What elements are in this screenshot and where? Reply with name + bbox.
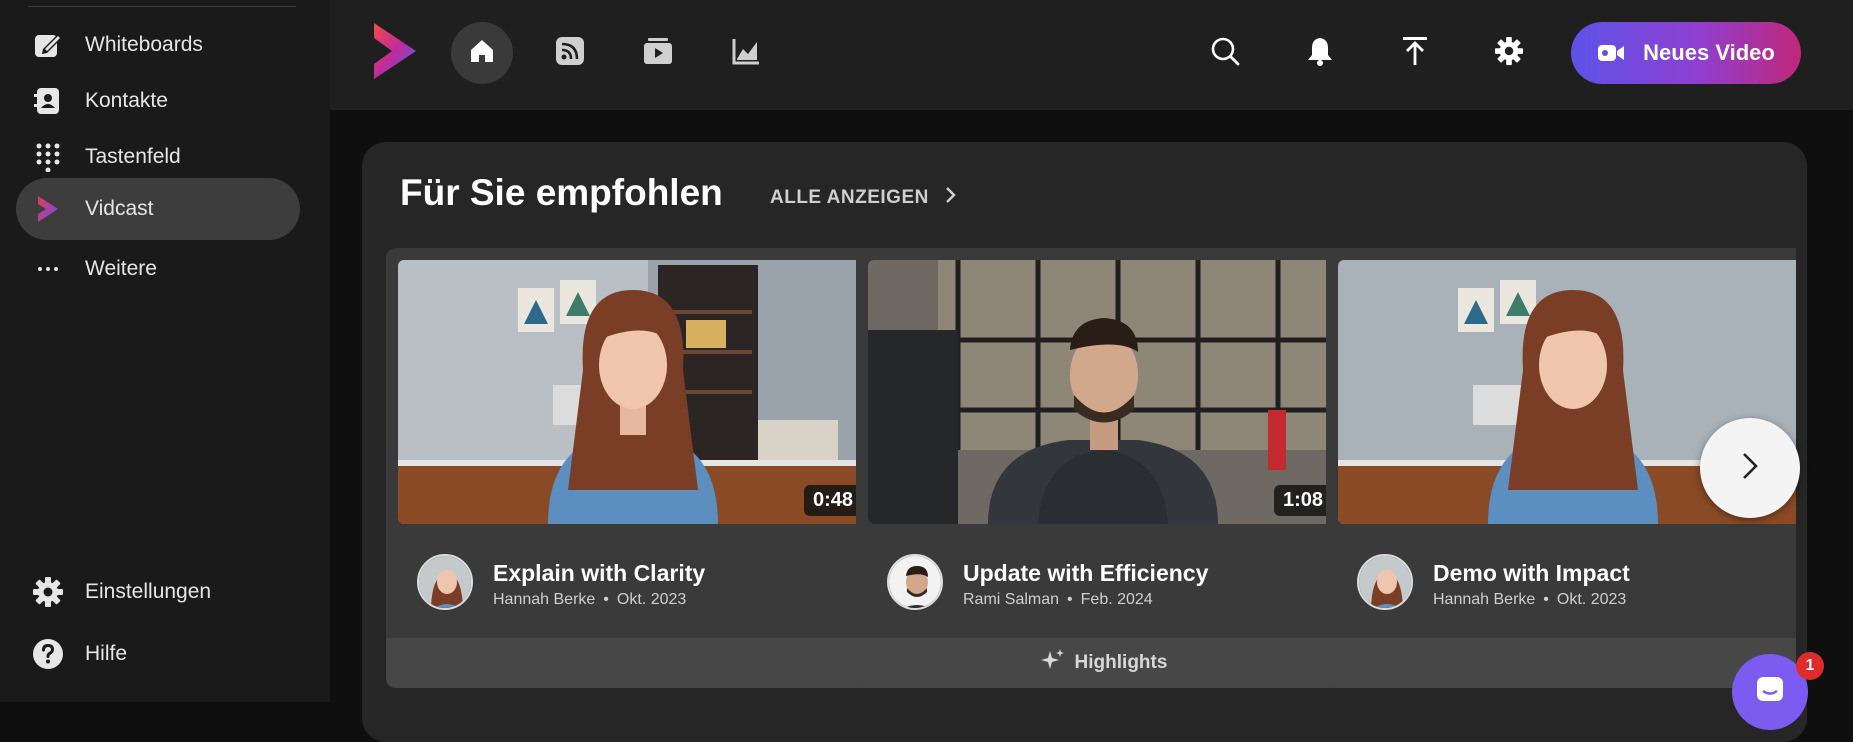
search-icon <box>1210 36 1240 71</box>
upload-button[interactable] <box>1384 22 1446 84</box>
chevron-right-icon <box>1741 451 1759 486</box>
bell-icon <box>1306 36 1334 71</box>
avatar <box>1357 554 1413 610</box>
contacts-icon <box>28 81 68 121</box>
analytics-icon <box>731 36 761 71</box>
library-icon <box>643 36 673 71</box>
video-title[interactable]: Demo with Impact <box>1433 560 1630 587</box>
vidcast-icon <box>28 189 68 229</box>
avatar <box>417 554 473 610</box>
chevron-right-icon <box>929 186 957 210</box>
more-dots-icon <box>28 249 68 289</box>
sidebar-item-more[interactable]: Weitere <box>16 238 300 300</box>
show-all-label: ALLE ANZEIGEN <box>770 187 929 208</box>
upload-icon <box>1401 36 1429 71</box>
author-name: Hannah Berke <box>493 591 596 608</box>
video-meta: Hannah Berke • Okt. 2023 <box>1433 591 1627 608</box>
video-duration: 1:08 <box>1273 485 1332 516</box>
sparkle-icon <box>1040 648 1075 678</box>
publish-date: Feb. 2024 <box>1080 591 1153 608</box>
sidebar-item-label: Kontakte <box>85 89 168 112</box>
carousel-next-button[interactable] <box>1700 418 1800 518</box>
video-title[interactable]: Explain with Clarity <box>493 560 705 587</box>
sidebar-item-label: Weitere <box>85 257 157 280</box>
feed-icon <box>555 36 585 71</box>
help-icon <box>28 634 68 674</box>
publish-date: Okt. 2023 <box>1556 591 1627 608</box>
notifications-button[interactable] <box>1289 22 1351 84</box>
library-button[interactable] <box>627 22 689 84</box>
card-footer <box>386 638 882 688</box>
video-duration: 0:48 <box>803 485 862 516</box>
gear-icon <box>1494 36 1524 71</box>
video-card[interactable]: 0:48 Explain with Clarity Hannah Berke • O… <box>386 248 882 688</box>
home-icon <box>468 37 496 70</box>
sidebar-item-label: Hilfe <box>85 642 128 665</box>
vidcast-logo <box>368 20 420 87</box>
video-carousel: 0:48 Explain with Clarity Hannah Berke • O… <box>386 248 1796 742</box>
video-title[interactable]: Update with Efficiency <box>963 560 1208 587</box>
sidebar-item-contacts[interactable]: Kontakte <box>16 70 300 132</box>
video-thumbnail[interactable]: 0:48 <box>398 260 870 524</box>
avatar <box>887 554 943 610</box>
analytics-button[interactable] <box>715 22 777 84</box>
sidebar-item-label: Tastenfeld <box>85 145 181 168</box>
whiteboard-icon <box>28 25 68 65</box>
settings-button[interactable] <box>1478 22 1540 84</box>
sidebar-item-label: Einstellungen <box>85 580 212 603</box>
video-card[interactable]: 1:08 Update with Efficiency Rami Salman •… <box>856 248 1352 688</box>
keypad-icon <box>28 137 68 177</box>
divider <box>28 6 296 7</box>
notification-badge: 1 <box>1796 652 1824 680</box>
sidebar-item-whiteboards[interactable]: Whiteboards <box>16 14 300 76</box>
top-bar: Neues Video <box>330 0 1853 110</box>
video-meta: Rami Salman • Feb. 2024 <box>963 591 1153 608</box>
author-name: Rami Salman <box>963 591 1060 608</box>
author-name: Hannah Berke <box>1433 591 1536 608</box>
sidebar: Whiteboards Kontakte Tastenfeld Vidcast … <box>0 0 330 702</box>
highlights-label: Highlights <box>1074 652 1168 673</box>
video-meta: Hannah Berke • Okt. 2023 <box>493 591 687 608</box>
sidebar-item-settings[interactable]: Einstellungen <box>16 561 300 623</box>
card-footer <box>1326 638 1796 688</box>
home-button[interactable] <box>451 22 513 84</box>
new-video-label: Neues Video <box>1643 40 1775 65</box>
sidebar-item-label: Vidcast <box>85 197 154 220</box>
sidebar-item-help[interactable]: Hilfe <box>16 623 300 685</box>
section-title: Für Sie empfohlen <box>400 172 723 213</box>
sidebar-item-label: Whiteboards <box>85 33 203 56</box>
publish-date: Okt. 2023 <box>616 591 687 608</box>
new-video-button[interactable]: Neues Video <box>1571 22 1801 84</box>
gear-icon <box>28 572 68 612</box>
sidebar-item-vidcast[interactable]: Vidcast <box>16 178 300 240</box>
highlights-button[interactable]: Highlights <box>856 638 1352 688</box>
video-camera-icon <box>1597 42 1625 64</box>
show-all-link[interactable]: ALLE ANZEIGEN <box>770 186 957 210</box>
feed-button[interactable] <box>539 22 601 84</box>
recommended-section: Für Sie empfohlen ALLE ANZEIGEN 0:48 Exp… <box>362 142 1807 742</box>
video-thumbnail[interactable]: 1:08 <box>868 260 1340 524</box>
search-button[interactable] <box>1194 22 1256 84</box>
chat-icon <box>1755 675 1785 710</box>
